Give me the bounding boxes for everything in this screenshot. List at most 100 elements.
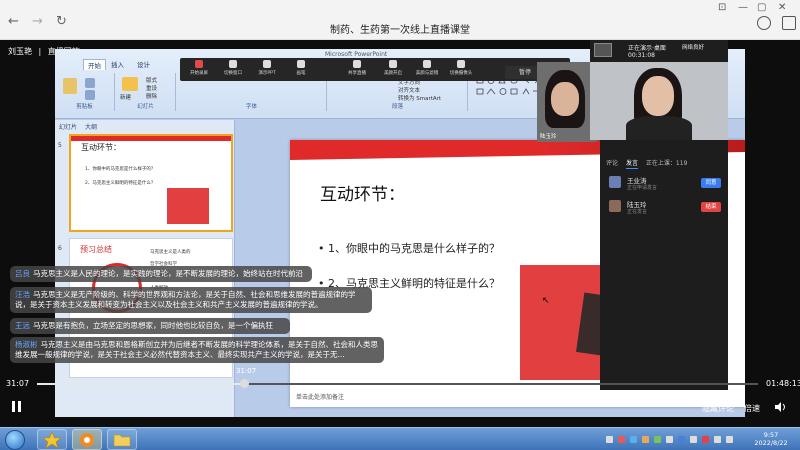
danmu-author: 汪浩 [15,290,30,299]
share-icon [353,60,361,68]
tray-app-icon[interactable] [666,436,673,443]
slide-thumbnail-5[interactable]: 互动环节： 1、你眼中的马克思是什么样子的？ 2、马克思主义鲜明的特征是什么？ [69,134,233,232]
new-slide-icon[interactable] [122,77,138,91]
hide-comments-button[interactable]: 隐藏评论 [702,403,734,414]
tab-slides[interactable]: 幻灯片 [59,124,77,131]
toolbar-label: 切换摄像头 [449,71,473,76]
danmu-comment: 杨淑彬 马克思主义是由马克思和恩格斯创立并为后继者不断发展的科学理论体系，是关于自… [10,337,384,363]
danmu-text: 马克思主义是由马克思和恩格斯创立并为后继者不断发展的科学理论体系，是关于自然、社… [15,340,378,359]
speaker-request-row: 王业涛 正在申请发言 同意 [609,174,721,194]
video-player[interactable]: 刘玉艳 | 直播回放 Microsoft PowerPoint 开始 插入 设计… [0,40,800,427]
danmu-comment: 王远 马克思是有抱负，立场坚定的思想家，同时他也比较自负，是一个偏执狂 [10,318,290,334]
layout-label[interactable]: 版式 [146,76,157,84]
new-slide-label[interactable]: 新建 [120,93,131,101]
tray-keyboard-icon[interactable] [606,436,613,443]
notes-placeholder[interactable]: 单击此处添加备注 [296,392,344,401]
end-speak-button[interactable]: 结束 [701,202,721,212]
progress-handle[interactable] [239,379,249,388]
ribbon-group-label: 剪贴板 [76,104,93,110]
ppt-icon [263,60,271,68]
thumb-band [71,136,231,141]
total-time: 01:48:13 [766,379,800,388]
delete-label[interactable]: 删除 [146,92,157,100]
tab-comment[interactable]: 评论 [606,160,618,167]
toolbar-label: 共享直播 [348,71,366,76]
close-icon[interactable]: ✕ [778,2,786,13]
title-bar: ← → ↻ 制药、生药第一次线上直播课堂 ⊡ — ▢ ✕ [0,0,800,40]
start-button-icon[interactable] [5,430,25,450]
progress-bar[interactable] [37,379,758,388]
fullscreen-icon[interactable] [782,16,796,30]
tray-app-icon[interactable] [702,436,709,443]
tray-app-icon[interactable] [654,436,661,443]
cut-icon[interactable] [85,78,95,88]
speaker-active-row: 陆玉玲 正在发言 结束 [609,198,721,218]
ribbon-group-clipboard: 剪贴板 [55,73,115,111]
thumb-title: 互动环节： [81,143,121,152]
taskbar-app-live-icon[interactable] [72,429,102,450]
danmu-text: 马克思主义是无产阶级的、科学的世界观和方法论，是关于自然、社会和思维发展的普遍规… [15,290,356,309]
toolbar-filter-button[interactable]: 美颜与滤镜 [410,60,444,76]
comment-panel: 评论 发言 正在上课：119 王业涛 正在申请发言 同意 陆玉玲 正在发言 结束 [600,140,728,390]
tray-app-icon[interactable] [618,436,625,443]
approve-button[interactable]: 同意 [701,178,721,188]
toolbar-label: 画笔 [296,71,306,76]
taskbar-app-folder-icon[interactable] [107,429,137,450]
tray-bluetooth-icon[interactable] [678,436,685,443]
minimize-icon[interactable]: — [738,2,748,13]
toolbar-label: 美颜开启 [384,71,402,76]
tray-app-icon[interactable] [630,436,637,443]
toolbar-pen-button[interactable]: 画笔 [284,60,318,76]
speed-button[interactable]: 倍速 [744,403,760,414]
camera-icon [457,60,465,68]
danmu-text: 马克思主义是人民的理论，是实践的理论，是不断发展的理论，始终站在时代前沿 [33,269,303,278]
speaker-status: 正在发言 [627,209,648,215]
align-text-label[interactable]: 对齐文本 [398,86,420,94]
ppt-tab-home[interactable]: 开始 [83,59,106,70]
settings-icon[interactable] [757,16,771,30]
volume-icon[interactable] [775,402,787,412]
ppt-tab-design[interactable]: 设计 [137,59,150,69]
window-title: 制药、生药第一次线上直播课堂 [330,25,470,36]
toolbar-beauty-button[interactable]: 美颜开启 [376,60,410,76]
tab-outline[interactable]: 大纲 [85,124,97,131]
maximize-icon[interactable]: ▢ [757,2,766,13]
toolbar-share-button[interactable]: 共享直播 [340,60,374,76]
avatar [609,200,621,212]
tray-network-icon[interactable] [714,436,721,443]
toolbar-label: 演示PPT [258,71,276,76]
toolbar-record-button[interactable]: 开始录屏 [182,60,216,76]
clock-time: 9:57 [763,431,779,439]
ribbon-group-slides: 新建 版式 重设 删除 幻灯片 [116,73,176,111]
reset-label[interactable]: 重设 [146,84,157,92]
paste-icon[interactable] [63,78,77,94]
online-prefix[interactable]: 正在上课： [646,160,676,167]
smartart-label[interactable]: 转换为 SmartArt [398,94,441,102]
toolbar-ppt-button[interactable]: 演示PPT [250,60,284,76]
copy-icon[interactable] [85,90,95,100]
tray-volume-icon[interactable] [726,436,733,443]
toolbar-switch-window-button[interactable]: 切换窗口 [216,60,250,76]
ppt-tab-insert[interactable]: 插入 [111,59,124,69]
filter-icon [423,60,431,68]
progress-fill [37,383,244,385]
slide-question-1: • 1、你眼中的马克思是什么样子的？ [318,242,500,255]
avatar [609,176,621,188]
tray-app-icon[interactable] [642,436,649,443]
presenter-video-tile[interactable]: 正在演示·桌面 00:31:08 网络良好 [590,40,728,140]
danmu-author: 杨淑彬 [15,340,38,349]
menu-icon[interactable]: ⊡ [718,2,726,13]
record-icon [195,60,203,68]
ribbon-group-label: 段落 [391,104,403,110]
guest-video-tile[interactable]: 陆玉玲 [537,62,597,142]
pause-icon[interactable] [12,401,22,412]
ribbon-group-label: 幻灯片 [137,104,154,110]
taskbar-clock[interactable]: 9:57 2022/8/22 [747,431,795,447]
danmu-text: 马克思是有抱负，立场坚定的思想家，同时他也比较自负，是一个偏执狂 [33,321,273,330]
taskbar-app-star-icon[interactable] [37,429,67,450]
tray-app-icon[interactable] [690,436,697,443]
thumb-image [167,188,209,224]
presenter-body [626,116,692,140]
toolbar-camera-button[interactable]: 切换摄像头 [444,60,478,76]
tab-speak[interactable]: 发言 [625,160,638,169]
